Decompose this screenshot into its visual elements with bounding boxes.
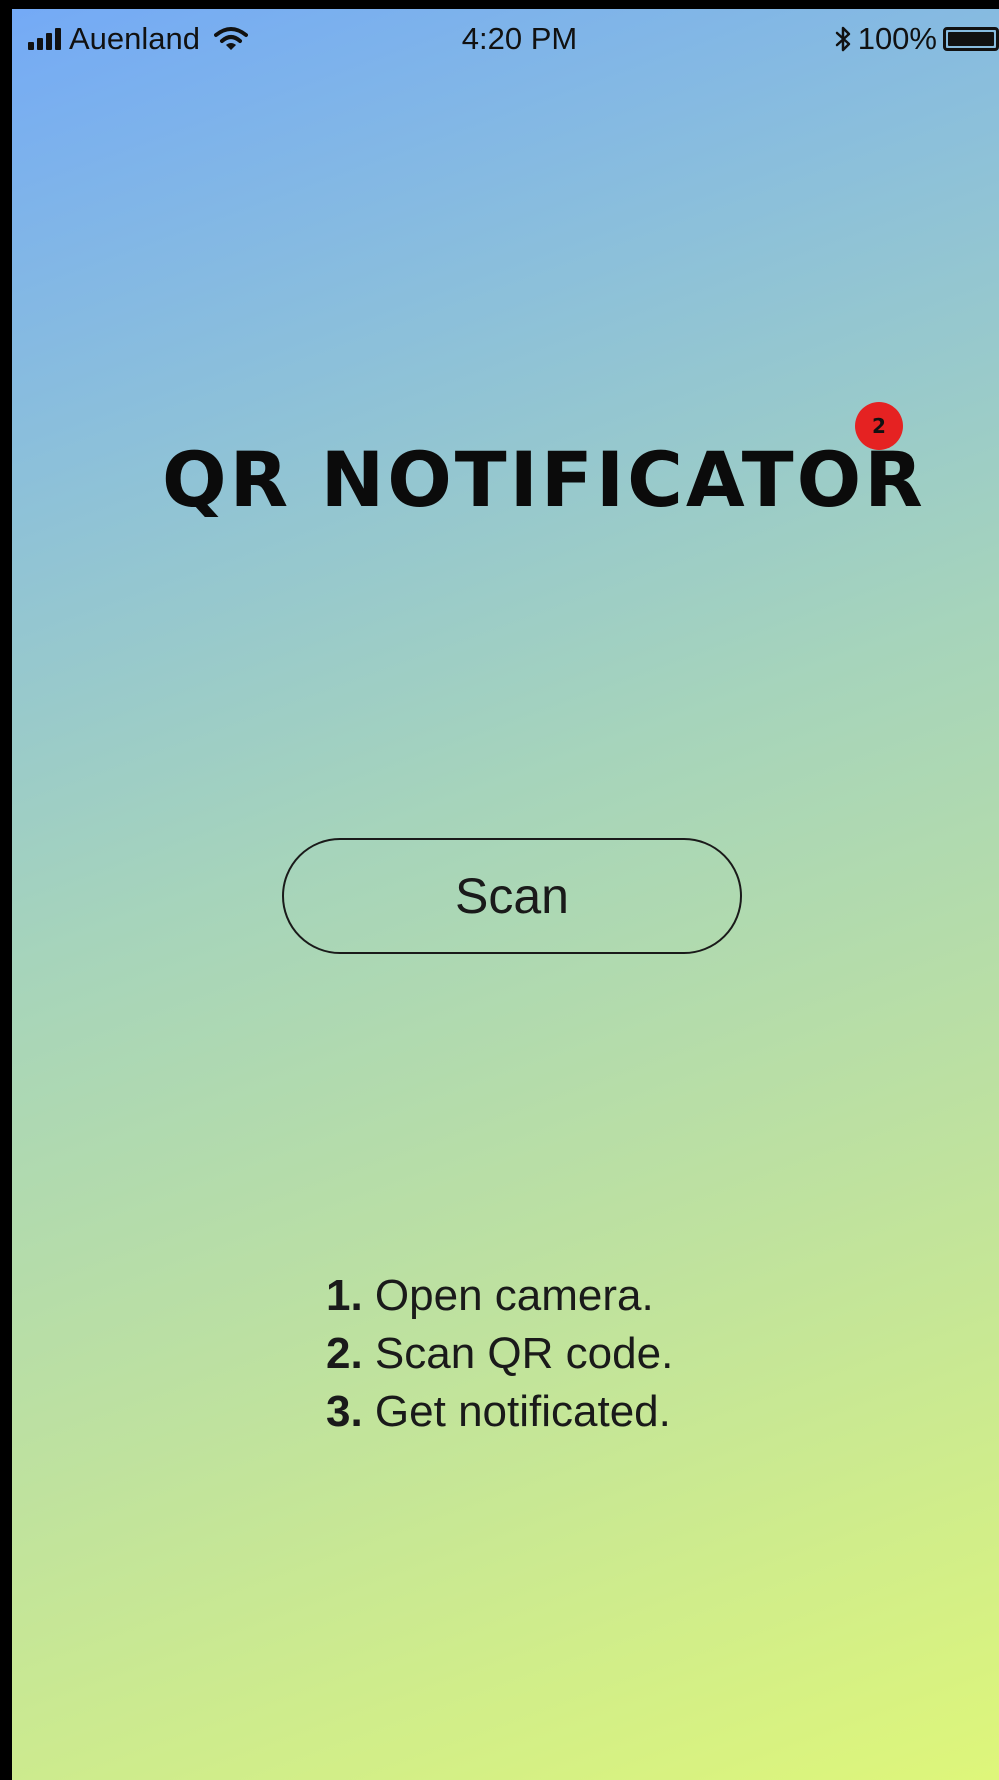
status-bar: Auenland 4:20 PM 100% (12, 9, 999, 69)
app-logo-title: QR NOTIFICATOR (162, 434, 926, 524)
step-text: Open camera. (374, 1271, 654, 1320)
app-screen: Auenland 4:20 PM 100% QR NOTIFICATOR 2 S… (12, 9, 999, 1780)
battery-fill (948, 32, 994, 46)
list-item: 1. Open camera. (326, 1267, 826, 1325)
device-frame: Auenland 4:20 PM 100% QR NOTIFICATOR 2 S… (0, 0, 999, 1780)
battery-percent: 100% (857, 21, 937, 56)
step-number: 1. (326, 1271, 375, 1320)
battery-icon (943, 27, 999, 51)
list-item: 2. Scan QR code. (326, 1325, 826, 1383)
status-right: 100% (834, 19, 999, 59)
instructions-list: 1. Open camera. 2. Scan QR code. 3. Get … (326, 1267, 826, 1441)
list-item: 3. Get notificated. (326, 1383, 826, 1441)
step-number: 3. (326, 1387, 375, 1436)
scan-button[interactable]: Scan (282, 838, 742, 954)
step-text: Scan QR code. (374, 1329, 674, 1378)
step-text: Get notificated. (374, 1387, 671, 1436)
step-number: 2. (326, 1329, 375, 1378)
notification-badge: 2 (855, 402, 903, 450)
bluetooth-icon (835, 26, 850, 52)
